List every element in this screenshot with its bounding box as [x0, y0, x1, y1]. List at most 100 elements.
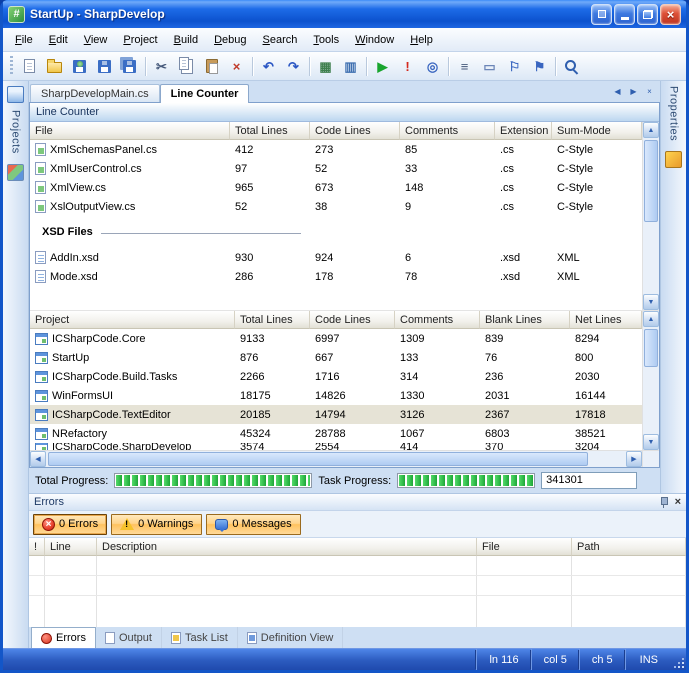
redo-button[interactable]: ↷: [281, 54, 306, 78]
bottom-tab-errors[interactable]: Errors: [31, 627, 96, 648]
tab-sharpdevelopmain-cs[interactable]: SharpDevelopMain.cs: [30, 84, 160, 102]
toolwindow-button[interactable]: [591, 4, 612, 25]
table-row[interactable]: NRefactory45324287881067680338521: [30, 424, 642, 443]
task-list-button[interactable]: ≡: [452, 54, 477, 78]
menu-item-help[interactable]: Help: [402, 30, 441, 50]
column-header-code-lines[interactable]: Code Lines: [310, 311, 395, 329]
split-grid-button[interactable]: ▦: [313, 54, 338, 78]
title-bar[interactable]: StartUp - SharpDevelop ×: [3, 0, 686, 28]
menu-item-view[interactable]: View: [76, 30, 116, 50]
scroll-thumb[interactable]: [644, 140, 658, 222]
column-header-comments[interactable]: Comments: [395, 311, 480, 329]
column-header-blank-lines[interactable]: Blank Lines: [480, 311, 570, 329]
messages-filter-button[interactable]: 0 Messages: [206, 514, 300, 535]
tools-pad-icon[interactable]: [665, 151, 682, 168]
scroll-right-button[interactable]: ▶: [626, 451, 642, 467]
classes-pad-icon[interactable]: [7, 164, 24, 181]
menu-item-window[interactable]: Window: [347, 30, 402, 50]
column-header-description[interactable]: Description: [97, 538, 477, 556]
menu-item-debug[interactable]: Debug: [206, 30, 254, 50]
scroll-down-button[interactable]: ▼: [643, 434, 659, 450]
table-row[interactable]: XmlView.cs965673148.csC-Style: [30, 178, 642, 197]
restore-button[interactable]: [637, 4, 658, 25]
pin-icon[interactable]: [659, 496, 669, 509]
undo-button[interactable]: ↶: [256, 54, 281, 78]
column-header-code-lines[interactable]: Code Lines: [310, 122, 400, 140]
tab-scroll-right-button[interactable]: ▶: [626, 84, 641, 99]
menu-item-build[interactable]: Build: [166, 30, 206, 50]
resize-grip[interactable]: [672, 649, 686, 670]
column-header-net-lines[interactable]: Net Lines: [570, 311, 642, 329]
scroll-track[interactable]: [643, 138, 659, 294]
column-header-severity[interactable]: !: [29, 538, 45, 556]
table-row[interactable]: XmlSchemasPanel.cs41227385.csC-Style: [30, 140, 642, 159]
menu-item-tools[interactable]: Tools: [305, 30, 347, 50]
column-header-path[interactable]: Path: [572, 538, 686, 556]
column-header-comments[interactable]: Comments: [400, 122, 495, 140]
delete-button[interactable]: ×: [224, 54, 249, 78]
scroll-thumb[interactable]: [48, 452, 588, 466]
cut-button[interactable]: ✂: [149, 54, 174, 78]
minimize-button[interactable]: [614, 4, 635, 25]
tab-close-button[interactable]: ×: [642, 84, 657, 99]
output-pad-button[interactable]: ▭: [477, 54, 502, 78]
table-row[interactable]: AddIn.xsd9309246.xsdXML: [30, 248, 642, 267]
bottom-tab-output[interactable]: Output: [96, 627, 162, 648]
table-row[interactable]: XmlUserControl.cs975233.csC-Style: [30, 159, 642, 178]
table-row[interactable]: ICSharpCode.TextEditor201851479431262367…: [30, 405, 642, 424]
run-button[interactable]: ▶: [370, 54, 395, 78]
scroll-left-button[interactable]: ◀: [30, 451, 46, 467]
new-file-button[interactable]: [17, 54, 42, 78]
warnings-filter-button[interactable]: 0 Warnings: [111, 514, 202, 535]
menu-item-search[interactable]: Search: [255, 30, 306, 50]
search-button[interactable]: [559, 54, 584, 78]
projects-dock-tab[interactable]: Projects: [10, 110, 22, 154]
column-header-total-lines[interactable]: Total Lines: [235, 311, 310, 329]
menu-item-project[interactable]: Project: [115, 30, 165, 50]
table-row[interactable]: ICSharpCode.Core9133699713098398294: [30, 329, 642, 348]
next-bookmark-button[interactable]: ⚑: [527, 54, 552, 78]
table-row[interactable]: StartUp87666713376800: [30, 348, 642, 367]
properties-dock-tab[interactable]: Properties: [668, 86, 680, 141]
menu-item-file[interactable]: File: [7, 30, 41, 50]
files-vertical-scrollbar[interactable]: ▲ ▼: [642, 122, 659, 310]
column-header-file[interactable]: File: [477, 538, 572, 556]
scroll-track[interactable]: [46, 451, 626, 467]
projects-vertical-scrollbar[interactable]: ▲ ▼: [642, 311, 659, 450]
scroll-up-button[interactable]: ▲: [643, 122, 659, 138]
errors-filter-button[interactable]: 0 Errors: [33, 514, 107, 535]
scroll-down-button[interactable]: ▼: [643, 294, 659, 310]
open-file-button[interactable]: [42, 54, 67, 78]
save-as-button[interactable]: [67, 54, 92, 78]
column-header-project[interactable]: Project: [30, 311, 235, 329]
stop-build-button[interactable]: !: [395, 54, 420, 78]
scroll-up-button[interactable]: ▲: [643, 311, 659, 327]
scroll-track[interactable]: [643, 327, 659, 434]
column-header-sum-mode[interactable]: Sum-Mode: [552, 122, 642, 140]
table-row[interactable]: ICSharpCode.SharpDevelop3574255441437032…: [30, 443, 642, 450]
scroll-thumb[interactable]: [644, 329, 658, 367]
column-header-line[interactable]: Line: [45, 538, 97, 556]
bottom-tab-task-list[interactable]: Task List: [162, 627, 238, 648]
save-button[interactable]: [92, 54, 117, 78]
toolbar-grip[interactable]: [10, 56, 13, 76]
column-header-extension[interactable]: Extension: [495, 122, 552, 140]
close-button[interactable]: ×: [660, 4, 681, 25]
compare-grid-button[interactable]: ▥: [338, 54, 363, 78]
save-all-button[interactable]: [117, 54, 142, 78]
bottom-tab-definition-view[interactable]: Definition View: [238, 627, 344, 648]
table-row[interactable]: XslOutputView.cs52389.csC-Style: [30, 197, 642, 216]
table-row[interactable]: Mode.xsd28617878.xsdXML: [30, 267, 642, 286]
table-row[interactable]: ICSharpCode.Build.Tasks22661716314236203…: [30, 367, 642, 386]
menu-item-edit[interactable]: Edit: [41, 30, 76, 50]
tab-line-counter[interactable]: Line Counter: [160, 84, 250, 103]
tab-scroll-left-button[interactable]: ◀: [610, 84, 625, 99]
column-header-file[interactable]: File: [30, 122, 230, 140]
column-header-total-lines[interactable]: Total Lines: [230, 122, 310, 140]
copy-button[interactable]: [174, 54, 199, 78]
table-row[interactable]: WinFormsUI18175148261330203116144: [30, 386, 642, 405]
prev-bookmark-button[interactable]: ⚐: [502, 54, 527, 78]
status-insert-mode[interactable]: INS: [625, 649, 672, 670]
projects-pad-icon[interactable]: [7, 86, 24, 103]
paste-button[interactable]: [199, 54, 224, 78]
